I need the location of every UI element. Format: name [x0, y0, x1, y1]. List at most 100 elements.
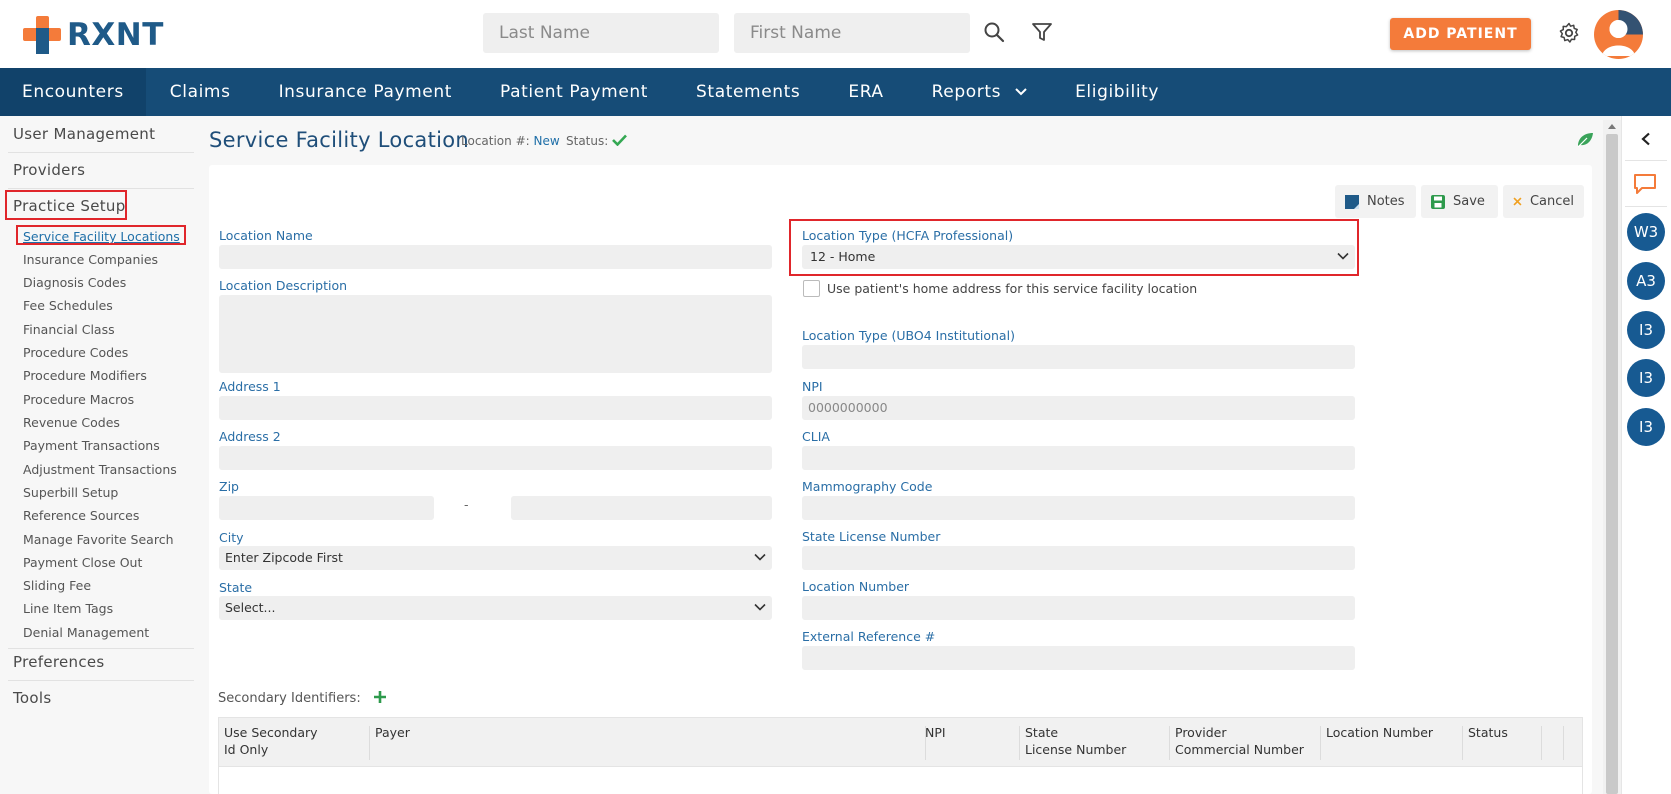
- column-use-secondary-line1: Use Secondary: [224, 725, 318, 740]
- clia-input[interactable]: [802, 446, 1355, 470]
- leaf-icon[interactable]: [1576, 132, 1594, 148]
- rail-user-circle-a3[interactable]: A3: [1627, 262, 1665, 300]
- sidebar-reference-sources[interactable]: Reference Sources: [23, 508, 139, 523]
- column-divider: [369, 726, 370, 760]
- sidebar-procedure-modifiers[interactable]: Procedure Modifiers: [23, 368, 147, 383]
- nav-claims[interactable]: Claims: [146, 68, 255, 116]
- sidebar-manage-favorite-search[interactable]: Manage Favorite Search: [23, 532, 174, 547]
- state-select[interactable]: Select...: [219, 596, 772, 620]
- sidebar-revenue-codes[interactable]: Revenue Codes: [23, 415, 120, 430]
- use-home-address-checkbox[interactable]: [803, 280, 820, 297]
- nav-encounters[interactable]: Encounters: [0, 68, 146, 116]
- column-location-number[interactable]: Location Number: [1326, 724, 1433, 741]
- column-use-secondary-line2: Id Only: [224, 742, 269, 757]
- location-number-label: Location #:: [461, 134, 530, 148]
- zip-label: Zip: [219, 479, 239, 494]
- nav-reports[interactable]: Reports: [908, 68, 1051, 116]
- location-name-input[interactable]: [219, 245, 772, 269]
- location-type-hcfa-value: 12 - Home: [810, 249, 876, 264]
- secondary-identifiers-table-header: Use Secondary Id Only Payer NPI State Li…: [218, 717, 1583, 767]
- sidebar-procedure-macros[interactable]: Procedure Macros: [23, 392, 134, 407]
- npi-input[interactable]: 0000000000: [802, 396, 1355, 420]
- location-number-label: Location Number: [802, 579, 910, 594]
- sidebar-denial-management[interactable]: Denial Management: [23, 625, 149, 640]
- location-type-ubo4-label: Location Type (UBO4 Institutional): [802, 328, 1015, 343]
- main-nav: Encounters Claims Insurance Payment Pati…: [0, 68, 1671, 116]
- gear-icon[interactable]: [1557, 21, 1581, 45]
- secondary-identifiers-label: Secondary Identifiers:: [218, 690, 387, 706]
- city-select[interactable]: Enter Zipcode First: [219, 546, 772, 570]
- sidebar-divider: [8, 188, 194, 189]
- rail-user-circle-i3[interactable]: I3: [1627, 311, 1665, 349]
- nav-patient-payment[interactable]: Patient Payment: [476, 68, 672, 116]
- sidebar-adjustment-transactions[interactable]: Adjustment Transactions: [23, 462, 177, 477]
- search-icon[interactable]: [982, 20, 1006, 44]
- column-divider: [1320, 726, 1321, 760]
- column-state-license[interactable]: State License Number: [1025, 724, 1126, 758]
- sidebar-financial-class[interactable]: Financial Class: [23, 322, 115, 337]
- location-number-input[interactable]: [802, 596, 1355, 620]
- rail-user-circle-i3[interactable]: I3: [1627, 408, 1665, 446]
- chevron-left-icon[interactable]: [1639, 132, 1653, 146]
- sidebar-superbill-setup[interactable]: Superbill Setup: [23, 485, 118, 500]
- notes-button[interactable]: Notes: [1335, 185, 1416, 218]
- column-provider-commercial[interactable]: Provider Commercial Number: [1175, 724, 1304, 758]
- avatar[interactable]: [1594, 10, 1643, 59]
- column-state-license-line1: State: [1025, 725, 1059, 740]
- page-title: Service Facility Location: [209, 128, 470, 152]
- scroll-up-arrow-icon[interactable]: [1607, 122, 1617, 130]
- mammography-code-input[interactable]: [802, 496, 1355, 520]
- save-button[interactable]: Save: [1421, 185, 1498, 218]
- top-header: RXNT ADD PATIENT: [0, 0, 1671, 68]
- location-type-hcfa-select[interactable]: 12 - Home: [802, 245, 1355, 269]
- sidebar-providers[interactable]: Providers: [13, 161, 85, 179]
- add-icon[interactable]: [373, 690, 387, 704]
- address2-input[interactable]: [219, 446, 772, 470]
- rail-user-circle-w3[interactable]: W3: [1627, 213, 1665, 251]
- nav-statements[interactable]: Statements: [672, 68, 824, 116]
- sidebar-fee-schedules[interactable]: Fee Schedules: [23, 298, 113, 313]
- scrollbar-thumb[interactable]: [1606, 134, 1618, 794]
- last-name-input[interactable]: [483, 13, 719, 53]
- rxnt-logo[interactable]: RXNT: [23, 16, 164, 54]
- column-status[interactable]: Status: [1468, 724, 1508, 741]
- rail-user-circle-i3[interactable]: I3: [1627, 359, 1665, 397]
- sidebar-sliding-fee[interactable]: Sliding Fee: [23, 578, 91, 593]
- sidebar-line-item-tags[interactable]: Line Item Tags: [23, 601, 113, 616]
- sidebar-tools[interactable]: Tools: [13, 689, 51, 707]
- close-icon: [1513, 197, 1522, 206]
- zip-input[interactable]: [219, 496, 434, 520]
- location-description-textarea[interactable]: [219, 295, 772, 373]
- nav-insurance-payment[interactable]: Insurance Payment: [255, 68, 476, 116]
- nav-eligibility[interactable]: Eligibility: [1051, 68, 1183, 116]
- column-divider: [1563, 726, 1564, 760]
- address1-input[interactable]: [219, 396, 772, 420]
- sidebar-payment-transactions[interactable]: Payment Transactions: [23, 438, 160, 453]
- sidebar-insurance-companies[interactable]: Insurance Companies: [23, 252, 158, 267]
- status-indicator: Status:: [566, 134, 628, 148]
- zip-extension-input[interactable]: [511, 496, 772, 520]
- sidebar-payment-close-out[interactable]: Payment Close Out: [23, 555, 142, 570]
- npi-label: NPI: [802, 379, 823, 394]
- column-payer[interactable]: Payer: [375, 724, 410, 741]
- cancel-button[interactable]: Cancel: [1503, 185, 1584, 218]
- column-npi[interactable]: NPI: [925, 724, 946, 741]
- location-name-label: Location Name: [219, 228, 313, 243]
- sidebar-preferences[interactable]: Preferences: [13, 653, 105, 671]
- location-type-ubo4-input[interactable]: [802, 345, 1355, 369]
- column-divider: [1019, 726, 1020, 760]
- add-patient-button[interactable]: ADD PATIENT: [1390, 18, 1531, 50]
- nav-era[interactable]: ERA: [824, 68, 907, 116]
- zip-dash: -: [464, 497, 469, 512]
- sidebar-procedure-codes[interactable]: Procedure Codes: [23, 345, 128, 360]
- chat-icon[interactable]: [1632, 172, 1658, 196]
- external-reference-input[interactable]: [802, 646, 1355, 670]
- sidebar-divider: [8, 152, 194, 153]
- filter-icon[interactable]: [1030, 20, 1054, 44]
- sidebar-diagnosis-codes[interactable]: Diagnosis Codes: [23, 275, 126, 290]
- state-license-number-input[interactable]: [802, 546, 1355, 570]
- column-use-secondary[interactable]: Use Secondary Id Only: [224, 724, 318, 758]
- location-number-value: New: [533, 134, 560, 148]
- sidebar-user-management[interactable]: User Management: [13, 125, 155, 143]
- first-name-input[interactable]: [734, 13, 970, 53]
